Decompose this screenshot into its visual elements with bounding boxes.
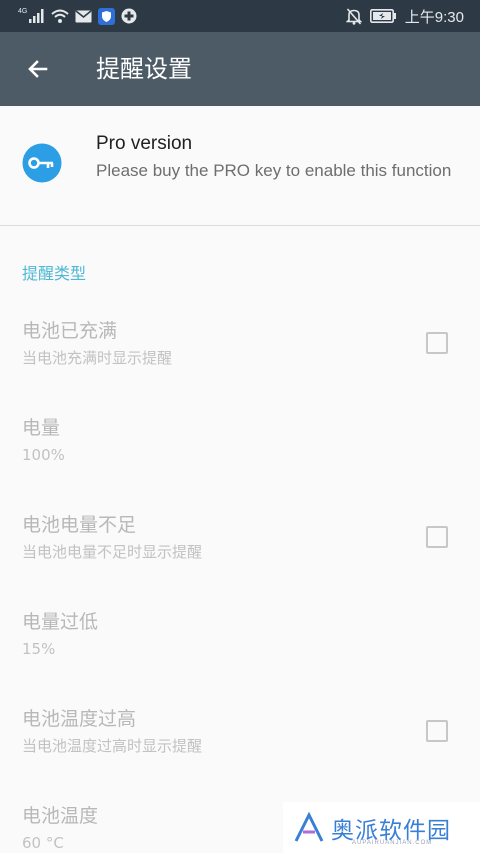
back-button[interactable] bbox=[16, 47, 60, 91]
wifi-icon bbox=[51, 9, 70, 23]
battery-full-checkbox[interactable] bbox=[426, 332, 448, 354]
status-right-icons: 上午9:30 bbox=[345, 6, 464, 26]
key-icon bbox=[22, 143, 62, 183]
pref-level-low-value: 15% bbox=[22, 640, 56, 658]
status-time: 上午9:30 bbox=[404, 8, 464, 26]
battery-icon bbox=[369, 9, 396, 23]
pref-level-title: 电量 bbox=[22, 417, 61, 439]
plus-circle-icon bbox=[121, 8, 137, 24]
pref-temp-high-title: 电池温度过高 bbox=[22, 708, 137, 730]
pref-battery-low-summary: 当电池电量不足时显示提醒 bbox=[22, 543, 203, 561]
status-bar: 4G 上午9:30 bbox=[0, 0, 480, 32]
mail-icon bbox=[75, 9, 92, 22]
network-type-label: 4G bbox=[18, 7, 28, 15]
pref-temperature-value: 60 °C bbox=[22, 834, 64, 852]
signal-icon bbox=[29, 9, 44, 23]
category-header: 提醒类型 bbox=[22, 264, 87, 283]
shield-icon bbox=[98, 7, 116, 25]
pref-battery-full-summary: 当电池充满时显示提醒 bbox=[22, 349, 173, 367]
pro-version-description: Please buy the PRO key to enable this fu… bbox=[96, 161, 452, 180]
watermark-logo-icon bbox=[294, 811, 324, 842]
pref-temp-high-summary: 当电池温度过高时显示提醒 bbox=[22, 737, 203, 755]
bell-off-icon bbox=[345, 7, 362, 25]
pref-battery-low-title: 电池电量不足 bbox=[22, 514, 137, 536]
pref-level-value: 100% bbox=[22, 446, 65, 464]
temp-high-checkbox[interactable] bbox=[426, 720, 448, 742]
pref-level-low-title: 电量过低 bbox=[22, 611, 99, 633]
pro-version-title: Pro version bbox=[96, 133, 193, 154]
battery-low-checkbox[interactable] bbox=[426, 526, 448, 548]
pref-temperature-title: 电池温度 bbox=[22, 805, 99, 827]
page-title: 提醒设置 bbox=[96, 55, 192, 83]
toolbar: 提醒设置 bbox=[0, 32, 480, 106]
pref-battery-full-title: 电池已充满 bbox=[22, 320, 118, 342]
arrow-left-icon bbox=[28, 60, 48, 78]
status-left-icons: 4G bbox=[18, 6, 137, 26]
watermark-subtext: AUPAIRUANJIAN.COM bbox=[352, 840, 433, 846]
